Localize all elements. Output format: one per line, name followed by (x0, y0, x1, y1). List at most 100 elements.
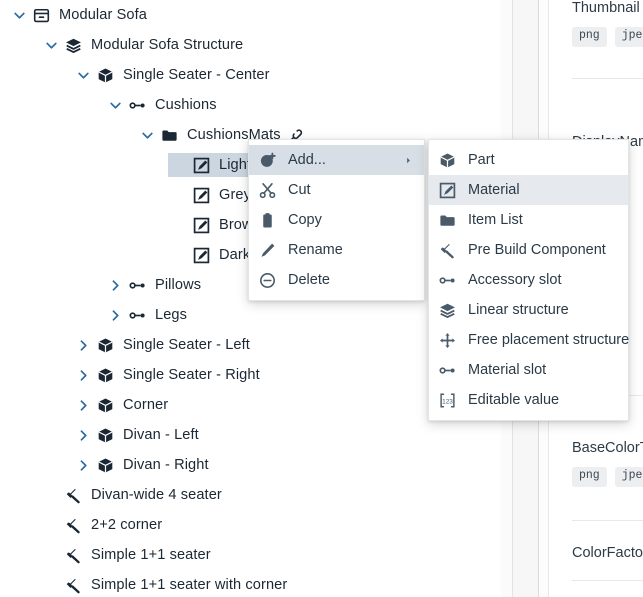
tree-node-label: Simple 1+1 seater with corner (91, 577, 288, 593)
tree-row-content[interactable]: Cushions (104, 93, 223, 117)
context-menu-item-label: Rename (288, 242, 343, 258)
chevron-right-icon[interactable] (72, 363, 94, 387)
tree-row[interactable]: Single Seater - Center (0, 60, 501, 90)
add-submenu-item[interactable]: Linear structure (429, 295, 628, 325)
tree-row[interactable]: Divan - Right (0, 450, 501, 480)
tree-row[interactable]: Divan-wide 4 seater (0, 480, 501, 510)
chevron-down-icon[interactable] (40, 33, 62, 57)
property-title: Thumbnail (572, 0, 640, 16)
property-divider (572, 580, 643, 581)
tree-row-content[interactable]: Grey (168, 183, 257, 207)
context-menu-item[interactable]: Copy (249, 205, 424, 235)
tree-row-content[interactable]: Divan-wide 4 seater (40, 483, 228, 507)
chevron-right-icon[interactable] (72, 333, 94, 357)
chevron-down-icon[interactable] (72, 63, 94, 87)
tree-node-label: Single Seater - Left (123, 337, 250, 353)
add-submenu-item[interactable]: Item List (429, 205, 628, 235)
tree-row[interactable]: Simple 1+1 seater (0, 540, 501, 570)
tree-row-content[interactable]: Pillows (104, 273, 207, 297)
chevron-right-icon[interactable] (104, 303, 126, 327)
chevron-right-icon[interactable] (72, 423, 94, 447)
add-submenu-item[interactable]: Pre Build Component (429, 235, 628, 265)
tree-node-label: Divan - Right (123, 457, 209, 473)
context-menu-item-label: Copy (288, 212, 322, 228)
cube-icon (94, 64, 116, 86)
pencil-icon (259, 240, 283, 260)
material-icon (190, 184, 212, 206)
tree-node-label: Divan-wide 4 seater (91, 487, 222, 503)
scissors-icon (259, 180, 283, 200)
context-menu-item[interactable]: Cut (249, 175, 424, 205)
add-submenu[interactable]: Part Material Item List Pre Build Component… (428, 139, 629, 421)
file-type-chip[interactable]: jpeg (614, 27, 643, 47)
tree-row-content[interactable]: Single Seater - Right (72, 363, 266, 387)
add-submenu-item-label: Part (468, 152, 495, 168)
add-submenu-item-label: Editable value (468, 392, 560, 408)
add-submenu-item[interactable]: Material (429, 175, 628, 205)
file-type-chips: pngjpeg (561, 467, 643, 487)
move-icon (439, 330, 463, 350)
tree-row-content[interactable]: Divan - Left (72, 423, 205, 447)
tree-row-content[interactable]: Divan - Right (72, 453, 215, 477)
tree-node-label: Modular Sofa (59, 7, 147, 23)
material-icon (190, 214, 212, 236)
tree-row[interactable]: Legs (0, 300, 501, 330)
submenu-arrow-icon (403, 155, 414, 166)
context-menu[interactable]: Add... Cut Copy Rename Delete (248, 139, 425, 301)
chevron-right-icon[interactable] (72, 453, 94, 477)
file-type-chip[interactable]: png (572, 467, 607, 487)
tree-row[interactable]: Cushions (0, 90, 501, 120)
material-icon (190, 244, 212, 266)
tree-row-content[interactable]: Corner (72, 393, 174, 417)
tree-row-content[interactable]: Legs (104, 303, 193, 327)
tree-row-content[interactable]: Dark (168, 243, 256, 267)
tree-row-content[interactable]: Modular Sofa Structure (40, 33, 249, 57)
chevron-down-icon[interactable] (136, 123, 158, 147)
add-submenu-item[interactable]: Free placement structure (429, 325, 629, 355)
property-group: Thumbnail pngjpeg (561, 0, 643, 47)
add-submenu-item[interactable]: Part (429, 145, 628, 175)
tree-row-content[interactable]: Modular Sofa (8, 3, 153, 27)
cube-icon (439, 150, 463, 170)
tree-row[interactable]: Single Seater - Right (0, 360, 501, 390)
context-menu-item-label: Delete (288, 272, 330, 288)
tree-row[interactable]: 2+2 corner (0, 510, 501, 540)
tree-row[interactable]: Modular Sofa (0, 0, 501, 30)
context-menu-item[interactable]: Add... (249, 145, 424, 175)
file-type-chip[interactable]: jpeg (614, 467, 643, 487)
tree-node-label: Grey (219, 187, 252, 203)
context-menu-item-label: Cut (288, 182, 311, 198)
clipboard-icon (259, 210, 283, 230)
file-type-chips: pngjpeg (561, 27, 643, 47)
tree-row-content[interactable]: Single Seater - Center (72, 63, 276, 87)
add-submenu-item[interactable]: Accessory slot (429, 265, 628, 295)
tree-row[interactable]: Single Seater - Left (0, 330, 501, 360)
tree-row[interactable]: Modular Sofa Structure (0, 30, 501, 60)
editable-value-icon: 123 (439, 390, 463, 410)
slot-icon (126, 94, 148, 116)
slot-icon (126, 274, 148, 296)
property-divider (572, 78, 643, 79)
add-submenu-item[interactable]: 123 Editable value (429, 385, 628, 415)
tree-row[interactable]: Divan - Left (0, 420, 501, 450)
tree-row-content[interactable]: Simple 1+1 seater (40, 543, 217, 567)
context-menu-item[interactable]: Delete (249, 265, 424, 295)
context-menu-item[interactable]: Rename (249, 235, 424, 265)
chevron-right-icon[interactable] (104, 273, 126, 297)
slot-icon (439, 360, 463, 380)
tree-row[interactable]: Corner (0, 390, 501, 420)
chevron-right-icon[interactable] (72, 393, 94, 417)
chevron-down-icon[interactable] (8, 3, 30, 27)
add-submenu-item[interactable]: Material slot (429, 355, 628, 385)
file-type-chip[interactable]: png (572, 27, 607, 47)
tree-row-content[interactable]: Simple 1+1 seater with corner (40, 573, 293, 597)
tree-row[interactable]: Simple 1+1 seater with corner (0, 570, 501, 597)
tree-row-content[interactable]: Light (168, 153, 258, 177)
tree-row-content[interactable]: 2+2 corner (40, 513, 168, 537)
chevron-down-icon[interactable] (104, 93, 126, 117)
tree-row-content[interactable]: Single Seater - Left (72, 333, 256, 357)
